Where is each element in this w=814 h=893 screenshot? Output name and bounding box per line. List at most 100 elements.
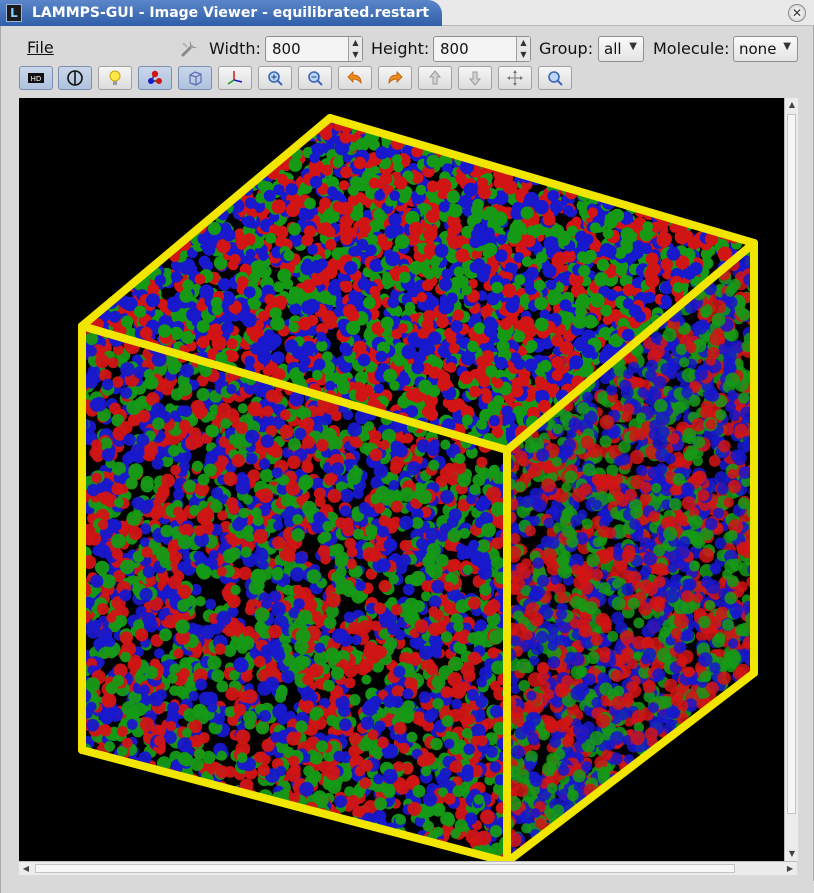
atom-sphere: [426, 154, 440, 168]
atom-sphere: [211, 669, 225, 683]
atom-sphere: [324, 226, 336, 238]
atom-sphere: [250, 570, 265, 585]
atom-sphere: [388, 574, 399, 585]
atom-sphere: [369, 285, 380, 297]
width-up-arrow-icon[interactable]: ▲: [349, 37, 362, 49]
window-title-tab[interactable]: L LAMMPS-GUI - Image Viewer - equilibrat…: [0, 0, 442, 26]
height-down-arrow-icon[interactable]: ▼: [517, 49, 530, 61]
atom-sphere: [258, 310, 269, 322]
atom-sphere: [373, 208, 386, 221]
atom-sphere: [285, 203, 300, 217]
rotate-up-icon: [428, 70, 442, 85]
atom-sphere: [645, 252, 659, 266]
rotate-up-button[interactable]: [418, 66, 452, 90]
rotate-left-button[interactable]: [338, 66, 372, 90]
atom-sphere: [428, 366, 441, 379]
atom-sphere: [255, 721, 270, 735]
atom-sphere: [477, 271, 489, 283]
atom-sphere: [398, 191, 410, 204]
toggle-hd-button[interactable]: HD: [19, 66, 53, 90]
atom-sphere: [310, 610, 323, 623]
file-menu[interactable]: File: [27, 38, 54, 57]
atom-sphere: [550, 199, 564, 214]
toggle-shiny-button[interactable]: [98, 66, 132, 90]
atom-sphere: [524, 191, 539, 207]
toggle-ssao-button[interactable]: [58, 66, 92, 90]
atom-sphere: [299, 781, 314, 797]
atom-sphere: [325, 238, 337, 251]
reset-view-button[interactable]: [538, 66, 572, 90]
atom-sphere: [551, 254, 566, 268]
atom-sphere: [274, 703, 288, 716]
height-label: Height:: [371, 39, 430, 58]
atom-sphere: [421, 318, 434, 331]
atom-sphere: [557, 233, 571, 247]
molecule-select[interactable]: none ▼: [733, 36, 798, 62]
rendered-image-view[interactable]: [19, 98, 797, 861]
rotate-down-button[interactable]: [458, 66, 492, 90]
group-select[interactable]: all ▼: [598, 36, 644, 62]
atom-sphere: [547, 189, 560, 202]
atom-sphere: [205, 598, 217, 610]
atom-sphere: [569, 355, 584, 370]
atom-sphere: [243, 286, 256, 299]
atom-sphere: [321, 310, 336, 325]
molecule-label: Molecule:: [653, 39, 730, 58]
atom-sphere: [475, 619, 487, 631]
atom-sphere: [562, 205, 574, 216]
atom-sphere: [642, 221, 654, 232]
width-input[interactable]: [266, 37, 348, 61]
atom-sphere: [277, 268, 292, 283]
atom-sphere: [502, 283, 517, 298]
atom-sphere: [494, 356, 508, 370]
atom-sphere: [304, 197, 316, 210]
atom-sphere: [526, 340, 538, 352]
toggle-bonds-button[interactable]: [138, 66, 172, 90]
atom-sphere: [514, 274, 526, 286]
atom-sphere: [269, 307, 282, 320]
atom-sphere: [244, 604, 256, 616]
recenter-button[interactable]: [498, 66, 532, 90]
height-input[interactable]: [434, 37, 516, 61]
close-window-button[interactable]: ✕: [788, 4, 806, 22]
atom-sphere: [258, 250, 269, 261]
atom-sphere: [266, 362, 279, 375]
atom-sphere: [489, 825, 503, 838]
atom-sphere: [456, 550, 467, 561]
atom-sphere: [446, 190, 460, 204]
rotate-right-button[interactable]: [378, 66, 412, 90]
width-stepper[interactable]: ▲ ▼: [348, 37, 362, 61]
atom-sphere: [300, 687, 316, 703]
atom-sphere: [674, 229, 690, 245]
atom-sphere: [559, 299, 572, 312]
atom-sphere: [284, 551, 296, 563]
atom-sphere: [409, 260, 424, 275]
atom-sphere: [180, 405, 193, 418]
atom-sphere: [173, 488, 185, 500]
atom-sphere: [427, 331, 442, 345]
atom-sphere: [375, 178, 387, 189]
atom-sphere: [512, 330, 526, 343]
atom-sphere: [321, 210, 336, 225]
atom-sphere: [244, 355, 256, 367]
zoom-out-button[interactable]: [298, 66, 332, 90]
atom-sphere: [489, 629, 504, 645]
atom-sphere: [448, 203, 463, 218]
atom-sphere: [596, 258, 610, 272]
atom-sphere: [236, 276, 249, 289]
height-spinbox[interactable]: ▲ ▼: [433, 36, 531, 62]
atom-sphere: [547, 289, 563, 305]
atom-sphere: [422, 279, 434, 292]
window-titlebar[interactable]: L LAMMPS-GUI - Image Viewer - equilibrat…: [0, 0, 814, 26]
height-up-arrow-icon[interactable]: ▲: [517, 37, 530, 49]
zoom-in-button[interactable]: [258, 66, 292, 90]
atom-sphere: [309, 770, 322, 783]
atom-sphere: [258, 802, 274, 818]
atom-sphere: [416, 292, 427, 303]
image-viewer-frame: File Width: ▲ ▼ Height: ▲ ▼ Group: all ▼: [0, 26, 814, 893]
toggle-axes-button[interactable]: [218, 66, 252, 90]
height-stepper[interactable]: ▲ ▼: [516, 37, 530, 61]
toggle-box-button[interactable]: [178, 66, 212, 90]
width-spinbox[interactable]: ▲ ▼: [265, 36, 363, 62]
width-down-arrow-icon[interactable]: ▼: [349, 49, 362, 61]
